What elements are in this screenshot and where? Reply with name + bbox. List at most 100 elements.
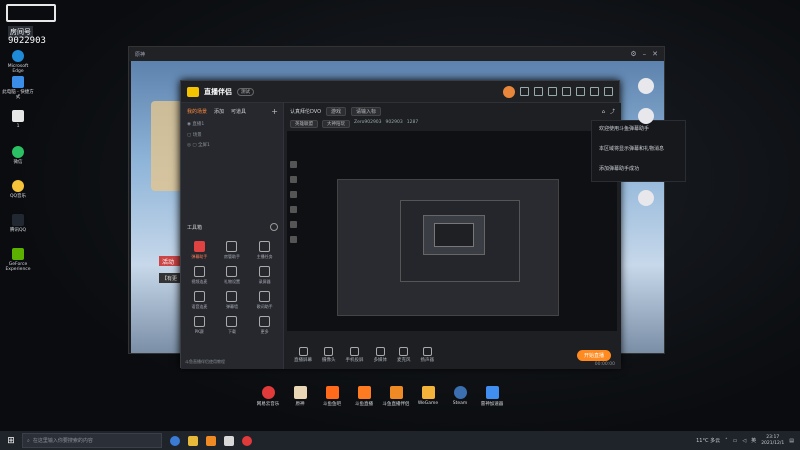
skin-icon[interactable] bbox=[534, 87, 543, 96]
live-category-tag[interactable]: 游戏 bbox=[326, 107, 347, 116]
clock[interactable]: 23:17 2021/12/1 bbox=[761, 435, 784, 447]
add-scene-icon[interactable]: + bbox=[271, 107, 278, 116]
volume-icon[interactable]: ◁ bbox=[742, 438, 746, 444]
menu-item: 添加弹幕助手成功 bbox=[599, 166, 640, 172]
scene-item[interactable]: ◎ ▢ 全屏1 bbox=[181, 141, 283, 152]
maximize-icon[interactable] bbox=[590, 87, 599, 96]
avatar[interactable] bbox=[503, 85, 515, 98]
tool-danmu-wall[interactable]: 弹幕墙 bbox=[216, 291, 249, 310]
geforce-icon bbox=[12, 248, 24, 260]
ime-indicator[interactable]: 英 bbox=[751, 437, 756, 444]
taskbar-explorer-icon[interactable] bbox=[188, 435, 198, 446]
live-meta-row: 英雄联盟 大神陪玩 Zero902903 902903 1287 bbox=[284, 120, 621, 128]
share-icon[interactable]: ⤴ bbox=[610, 108, 615, 115]
chat-icon[interactable] bbox=[638, 78, 654, 94]
dock-leishen[interactable]: 雷神加速器 bbox=[477, 386, 507, 407]
scene-item[interactable]: ◉ 直播1 bbox=[181, 120, 283, 131]
tool-tasks[interactable]: 主播任务 bbox=[248, 241, 281, 260]
tab-my-scenes[interactable]: 我的场景 bbox=[187, 108, 207, 115]
taskbar-genshin-icon[interactable] bbox=[224, 435, 234, 446]
taskbar-companion-icon[interactable] bbox=[206, 435, 216, 446]
minimize-icon[interactable] bbox=[576, 87, 585, 96]
tool-danmu-helper[interactable]: 弹幕助手 bbox=[183, 241, 216, 260]
tab-props[interactable]: 可道具 bbox=[231, 108, 246, 115]
menu-icon[interactable] bbox=[562, 87, 571, 96]
meta-game[interactable]: 英雄联盟 bbox=[290, 120, 318, 128]
game-window-titlebar[interactable]: 原神 ⚙ – ✕ bbox=[129, 47, 664, 61]
search-placeholder: 在这里输入你要搜索的内容 bbox=[32, 438, 93, 444]
notification-icon[interactable]: ▤ bbox=[789, 438, 794, 444]
windows-start-icon[interactable]: ⊞ bbox=[0, 436, 22, 446]
desktop-icon-this-pc[interactable]: 此电脑 - 快捷方式 bbox=[2, 76, 34, 100]
dock-genshin[interactable]: 原神 bbox=[285, 386, 315, 407]
live-title-row: 认真拜伦DVO 游戏 请输入标 ⌂ ⤴ bbox=[284, 103, 621, 120]
taskbar-edge-icon[interactable] bbox=[170, 435, 180, 446]
wegame-icon bbox=[421, 386, 435, 399]
dock-steam[interactable]: Steam bbox=[445, 386, 475, 406]
desktop-icon-geforce[interactable]: GeForce Experience bbox=[2, 248, 34, 272]
live-companion-window[interactable]: 直播伴侣 测试 我的场景 添加 可道具 + ◉ 直播1 ▢ 场景 ◎ ▢ 全屏1… bbox=[180, 80, 621, 369]
dock-douyu-bar[interactable]: 斗鱼鱼吧 bbox=[317, 386, 347, 407]
stream-preview[interactable] bbox=[287, 131, 617, 331]
minimize-icon[interactable]: – bbox=[643, 50, 647, 58]
control-screen[interactable]: 直播屏幕 bbox=[294, 347, 312, 363]
desktop-icon-wechat[interactable]: 微信 bbox=[2, 146, 34, 165]
qqmusic-icon bbox=[12, 180, 24, 192]
control-mic[interactable]: 麦克风 bbox=[397, 347, 411, 363]
computer-icon bbox=[12, 76, 24, 88]
game-window-title: 原神 bbox=[135, 51, 146, 58]
tutorial-link[interactable]: 斗鱼直播伴侣使用教程 bbox=[185, 359, 225, 365]
tool-pk[interactable]: PK赛 bbox=[183, 316, 216, 335]
pin-icon[interactable]: ⌂ bbox=[602, 109, 605, 115]
tool-gift-settings[interactable]: 礼物设置 bbox=[216, 266, 249, 285]
live-title-input[interactable]: 请输入标 bbox=[351, 107, 382, 116]
download-icon bbox=[226, 316, 238, 327]
desktop-icon-qq[interactable]: 腾讯QQ bbox=[2, 214, 34, 233]
dock-douyu-live[interactable]: 斗鱼直播 bbox=[349, 386, 379, 407]
network-icon[interactable]: ▭ bbox=[733, 438, 738, 444]
taskbar-search[interactable]: ⌕ 在这里输入你要搜索的内容 bbox=[22, 433, 162, 448]
taskbar-netease-icon[interactable] bbox=[242, 435, 252, 446]
toolbox-more-icon[interactable] bbox=[270, 223, 278, 231]
file-icon bbox=[12, 110, 24, 122]
message-icon[interactable] bbox=[520, 87, 529, 96]
go-live-button[interactable]: 开始直播 bbox=[576, 349, 611, 361]
tab-add[interactable]: 添加 bbox=[214, 108, 224, 115]
control-speaker[interactable]: 扬声器 bbox=[421, 347, 434, 363]
lyrics-icon bbox=[259, 291, 271, 302]
dock-netease[interactable]: 网易云音乐 bbox=[253, 386, 283, 407]
control-camera[interactable]: 摄像头 bbox=[322, 347, 336, 363]
close-icon[interactable]: ✕ bbox=[652, 50, 658, 58]
control-phone-cast[interactable]: 手机投屏 bbox=[346, 347, 364, 363]
weather[interactable]: 11°C 多云 bbox=[696, 437, 720, 444]
control-media[interactable]: 多媒体 bbox=[374, 347, 387, 363]
scene-item[interactable]: ▢ 场景 bbox=[181, 131, 283, 142]
dock-companion[interactable]: 斗鱼直播伴侣 bbox=[381, 386, 411, 407]
meta-category[interactable]: 大神陪玩 bbox=[322, 120, 350, 128]
dock-wegame[interactable]: WeGame bbox=[413, 386, 443, 406]
more-icon bbox=[259, 316, 271, 327]
settings-icon[interactable] bbox=[638, 190, 654, 206]
settings-icon[interactable]: ⚙ bbox=[630, 50, 636, 58]
wechat-icon[interactable] bbox=[638, 108, 654, 124]
app-header: 直播伴侣 测试 bbox=[181, 81, 619, 103]
desktop-icon-file[interactable]: 1 bbox=[2, 110, 34, 129]
desktop-icon-qqmusic[interactable]: QQ音乐 bbox=[2, 180, 34, 199]
tool-room-admin[interactable]: 房管助手 bbox=[216, 241, 249, 260]
tool-more[interactable]: 更多 bbox=[248, 316, 281, 335]
menu-item: 欢迎使用斗鱼弹幕助手 bbox=[599, 126, 650, 132]
close-icon[interactable] bbox=[604, 87, 613, 96]
version-badge: 测试 bbox=[237, 87, 254, 96]
tool-lyrics[interactable]: 歌词助手 bbox=[248, 291, 281, 310]
phone-icon bbox=[350, 347, 359, 356]
tool-download[interactable]: 下载 bbox=[216, 316, 249, 335]
douyu-live-icon bbox=[357, 386, 371, 399]
desktop-icon-edge[interactable]: Microsoft Edge bbox=[2, 50, 34, 74]
clock-date: 2021/12/1 bbox=[761, 440, 785, 446]
tray-arrow-icon[interactable]: ˄ bbox=[725, 438, 728, 444]
tool-video-link[interactable]: 视频连麦 bbox=[183, 266, 216, 285]
gift-icon[interactable] bbox=[548, 87, 557, 96]
tool-recorder[interactable]: 录屏器 bbox=[248, 266, 281, 285]
tool-voice-link[interactable]: 语音连麦 bbox=[183, 291, 216, 310]
system-tray: 11°C 多云 ˄ ▭ ◁ 英 23:17 2021/12/1 ▤ bbox=[696, 435, 800, 447]
